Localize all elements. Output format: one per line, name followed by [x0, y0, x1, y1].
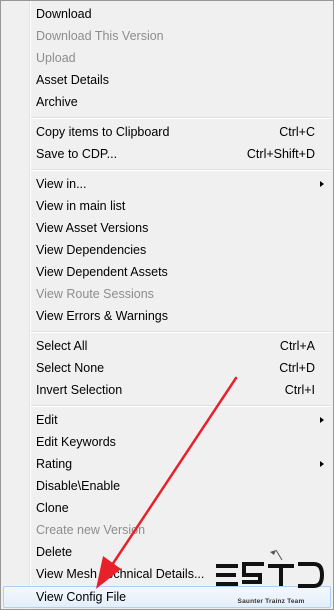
menu-item-disable-enable[interactable]: Disable\Enable — [3, 476, 331, 497]
menu-item-view-dependent-assets[interactable]: View Dependent Assets — [3, 262, 331, 283]
menu-item-copy-items-to-clipboard[interactable]: Copy items to Clipboard Ctrl+C — [3, 122, 331, 143]
submenu-arrow-icon — [320, 461, 324, 467]
menu-item-shortcut: Ctrl+I — [284, 383, 315, 397]
menu-separator — [31, 117, 331, 119]
menu-item-view-in-main-list[interactable]: View in main list — [3, 196, 331, 217]
menu-item-label: Edit — [36, 413, 58, 427]
menu-item-label: Delete — [36, 545, 73, 559]
menu-separator — [31, 169, 331, 171]
menu-item-label: Asset Details — [36, 73, 109, 87]
menu-item-edit[interactable]: Edit — [3, 410, 331, 431]
menu-item-shortcut: Ctrl+D — [279, 361, 315, 375]
menu-item-rating[interactable]: Rating — [3, 454, 331, 475]
menu-item-label: Copy items to Clipboard — [36, 125, 170, 139]
menu-item-label: Download — [36, 7, 92, 21]
menu-item-edit-keywords[interactable]: Edit Keywords — [3, 432, 331, 453]
menu-item-label: View Asset Versions — [36, 221, 149, 235]
menu-item-label: View Config File — [36, 590, 127, 604]
menu-item-label: Edit Keywords — [36, 435, 116, 449]
menu-separator — [31, 331, 331, 333]
menu-item-download[interactable]: Download — [3, 4, 331, 25]
menu-item-upload[interactable]: Upload — [3, 48, 331, 69]
menu-item-view-dependencies[interactable]: View Dependencies — [3, 240, 331, 261]
menu-item-invert-selection[interactable]: Invert Selection Ctrl+I — [3, 380, 331, 401]
menu-item-label: Create new Version — [36, 523, 146, 537]
watermark-logo: Saunter Trainz Team — [216, 548, 326, 608]
menu-item-shortcut: Ctrl+Shift+D — [246, 147, 315, 161]
menu-item-select-none[interactable]: Select None Ctrl+D — [3, 358, 331, 379]
menu-item-label: Select None — [36, 361, 105, 375]
menu-item-label: Clone — [36, 501, 69, 515]
menu-item-label: View Mesh Technical Details... — [36, 567, 205, 581]
menu-item-download-this-version[interactable]: Download This Version — [3, 26, 331, 47]
menu-separator — [31, 405, 331, 407]
menu-item-view-route-sessions[interactable]: View Route Sessions — [3, 284, 331, 305]
menu-item-label: View Dependent Assets — [36, 265, 168, 279]
menu-item-view-errors-warnings[interactable]: View Errors & Warnings — [3, 306, 331, 327]
menu-item-label: Upload — [36, 51, 76, 65]
menu-item-select-all[interactable]: Select All Ctrl+A — [3, 336, 331, 357]
submenu-arrow-icon — [320, 417, 324, 423]
menu-item-shortcut: Ctrl+A — [279, 339, 315, 353]
submenu-arrow-icon — [320, 181, 324, 187]
menu-item-label: Invert Selection — [36, 383, 123, 397]
menu-item-label: View Route Sessions — [36, 287, 154, 301]
menu-item-view-in[interactable]: View in... — [3, 174, 331, 195]
menu-item-shortcut: Ctrl+C — [279, 125, 315, 139]
menu-item-label: Select All — [36, 339, 88, 353]
menu-item-label: Save to CDP... — [36, 147, 118, 161]
context-menu: Download Download This Version Upload Asset… — [0, 0, 334, 610]
menu-item-view-asset-versions[interactable]: View Asset Versions — [3, 218, 331, 239]
menu-item-label: View Dependencies — [36, 243, 147, 257]
menu-item-label: Download This Version — [36, 29, 164, 43]
menu-item-save-to-cdp[interactable]: Save to CDP... Ctrl+Shift+D — [3, 144, 331, 165]
menu-item-asset-details[interactable]: Asset Details — [3, 70, 331, 91]
menu-item-label: View Errors & Warnings — [36, 309, 168, 323]
menu-item-label: View in... — [36, 177, 87, 191]
estd-logo-icon — [216, 549, 325, 588]
menu-item-clone[interactable]: Clone — [3, 498, 331, 519]
menu-item-label: Disable\Enable — [36, 479, 121, 493]
menu-item-label: Rating — [36, 457, 73, 471]
watermark-subtitle: Saunter Trainz Team — [237, 598, 305, 605]
menu-item-create-new-version[interactable]: Create new Version — [3, 520, 331, 541]
menu-item-archive[interactable]: Archive — [3, 92, 331, 113]
menu-item-label: View in main list — [36, 199, 126, 213]
menu-item-label: Archive — [36, 95, 78, 109]
